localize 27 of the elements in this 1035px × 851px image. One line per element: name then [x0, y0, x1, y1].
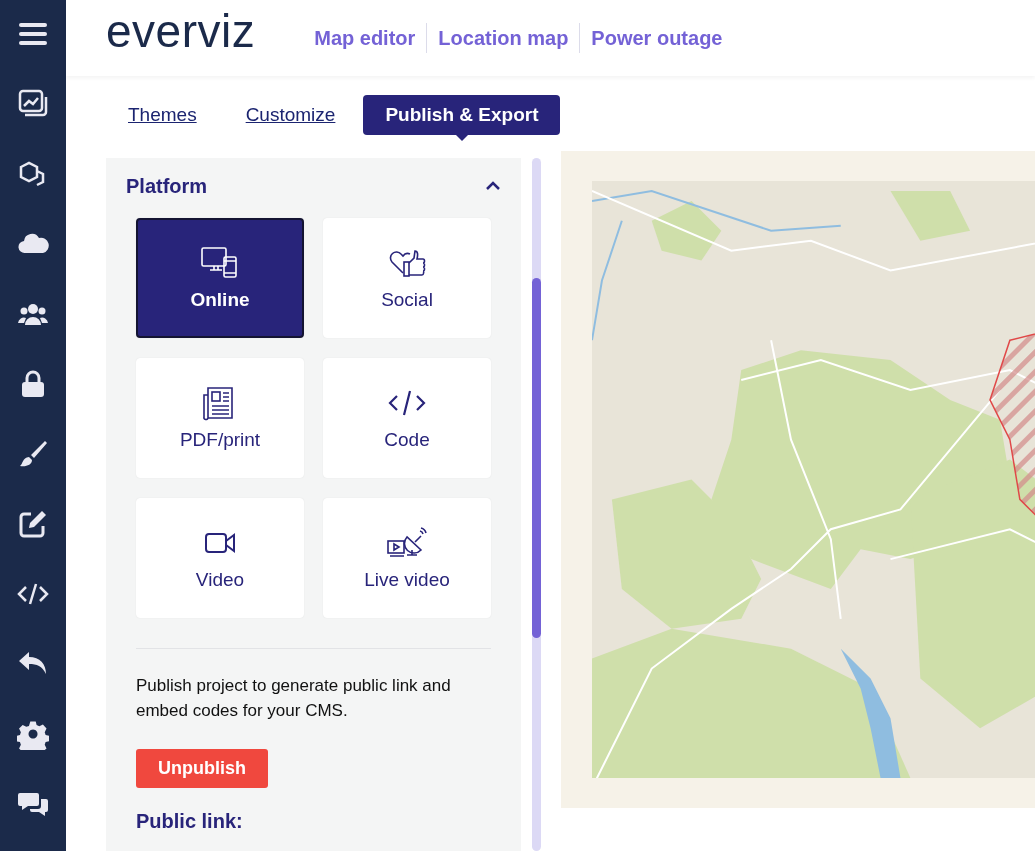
tab[interactable]: Customize: [245, 104, 336, 126]
tab-pointer: [455, 135, 468, 141]
platform-option[interactable]: PDF/print: [136, 358, 304, 478]
tab[interactable]: Themes: [128, 104, 197, 126]
nav-link[interactable]: Map editor: [303, 26, 427, 50]
description-text: Publish project to generate public link and embed codes for your CMS.: [136, 675, 452, 722]
section-title[interactable]: Platform: [126, 174, 208, 198]
platform-option[interactable]: Social: [323, 218, 491, 338]
newspaper-icon: [203, 387, 233, 421]
satellite-icon: [387, 527, 427, 557]
unpublish-button[interactable]: Unpublish: [136, 749, 268, 788]
chevron-icon[interactable]: [485, 181, 501, 191]
logo: everviz: [106, 8, 256, 54]
platform-option[interactable]: Live video: [323, 498, 491, 618]
devices-icon: [201, 247, 237, 278]
public-link-label: Public link:: [136, 810, 244, 833]
platform-option[interactable]: Code: [323, 358, 491, 478]
platform-option[interactable]: Video: [136, 498, 304, 618]
platform-option[interactable]: Online: [136, 218, 304, 338]
code-icon: [388, 389, 426, 417]
nav-link[interactable]: Power outage: [580, 26, 734, 50]
settings-icon[interactable]: [17, 718, 49, 750]
heart-thumb-icon: [389, 250, 426, 277]
nav-link[interactable]: Location map: [427, 26, 580, 50]
video-camera-icon: [205, 533, 235, 553]
scrollbar[interactable]: [532, 158, 541, 851]
edit-icon[interactable]: [17, 508, 49, 540]
